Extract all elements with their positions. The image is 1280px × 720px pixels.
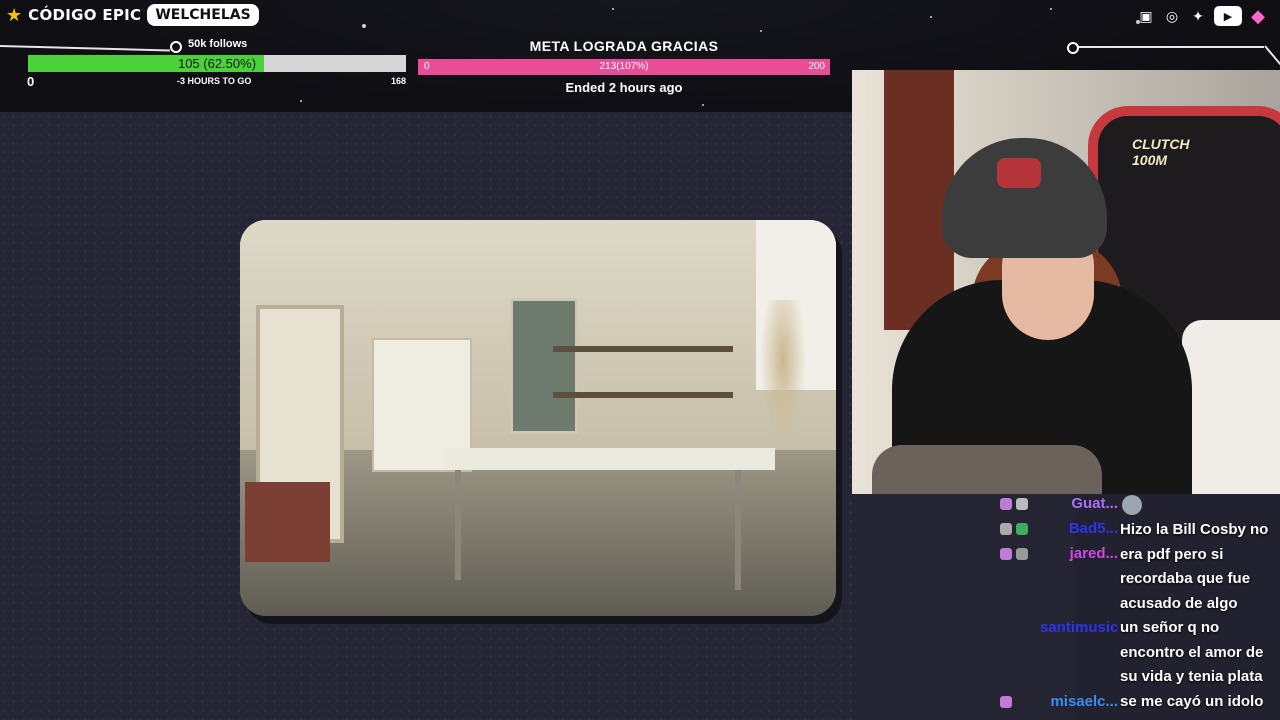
chat-badges	[1000, 619, 1040, 622]
chat-message: santimusic...	[1000, 619, 1118, 636]
room-shelf	[553, 392, 733, 398]
red-box	[245, 482, 330, 562]
chat-username[interactable]: Guat...	[1040, 495, 1118, 512]
chat-username[interactable]: jared...	[1040, 545, 1118, 562]
instagram-icon[interactable]: ◎	[1162, 6, 1182, 26]
sub-goal-title: META LOGRADA GRACIAS	[529, 38, 719, 54]
gem-icon: ◆	[1251, 5, 1265, 26]
channel-brand: ★ CÓDIGO EPIC WELCHELAS	[6, 4, 259, 26]
follow-goal-current: 105 (62.50%)	[177, 56, 257, 71]
chat-badges	[1000, 495, 1040, 510]
star-icon: ★	[6, 5, 23, 25]
sub-badge-icon	[1000, 696, 1012, 708]
webcam-feed: CLUTCH 100M	[852, 70, 1280, 494]
star-decoration	[760, 30, 762, 32]
chat-username[interactable]: santimusic...	[1040, 619, 1118, 636]
chat-message: jared...	[1000, 545, 1118, 562]
twitch-icon[interactable]: ▣	[1136, 6, 1156, 26]
sub-goal-current: 213(107%)	[599, 61, 649, 72]
chat-badges	[1000, 520, 1040, 535]
bits-badge-icon	[1016, 523, 1028, 535]
star-decoration	[612, 8, 614, 10]
follow-goal-max: 168	[391, 76, 407, 86]
sub-badge-icon	[1000, 548, 1012, 560]
streamer-legs	[872, 445, 1102, 494]
chat-message: misaelc...	[1000, 693, 1118, 710]
chat-overlay: Guat... Bad5... Hizo la Bill Cosby no er…	[1000, 494, 1280, 720]
line-knob	[1067, 42, 1079, 54]
chat-message-text: un señor q no encontro el amor de su vid…	[1120, 619, 1264, 685]
youtube-icon[interactable]: ▶	[1214, 6, 1242, 26]
sub-badge-icon	[1000, 498, 1012, 510]
sub-goal-ended: Ended 2 hours ago	[565, 80, 683, 95]
chat-message-text: Hizo la Bill Cosby no era pdf pero si re…	[1120, 521, 1269, 612]
table-leg	[455, 470, 461, 580]
room-doorway	[510, 298, 578, 434]
bits-badge-icon	[1016, 498, 1028, 510]
brand-text: CÓDIGO EPIC	[28, 6, 142, 24]
chat-emote-icon	[1122, 495, 1142, 515]
dried-plant	[760, 300, 806, 450]
chat-message-text: se me cayó un idolo	[1120, 693, 1264, 710]
sub-goal-bar: 0 213(107%) 200	[418, 59, 830, 75]
channel-name-badge: WELCHELAS	[147, 4, 259, 26]
sub-goal-max: 200	[808, 61, 825, 72]
follow-goal-min: 0	[27, 74, 35, 89]
room-shelf	[553, 346, 733, 352]
gaming-chair-logo: CLUTCH 100M	[1132, 136, 1190, 168]
webcam-pillow	[1182, 320, 1280, 494]
divider-line	[1078, 46, 1264, 48]
star-decoration	[300, 100, 302, 102]
chat-badges	[1000, 693, 1040, 708]
chat-badges	[1000, 545, 1040, 560]
twitter-icon[interactable]: ✦	[1188, 6, 1208, 26]
lab-table	[445, 448, 775, 470]
table-leg	[735, 470, 741, 590]
star-decoration	[362, 24, 366, 28]
sub-badge-icon	[1000, 523, 1012, 535]
chat-message: Bad5...	[1000, 520, 1118, 537]
chat-username[interactable]: misaelc...	[1040, 693, 1118, 710]
chat-message: Guat...	[1000, 495, 1142, 515]
bits-badge-icon	[1016, 548, 1028, 560]
chat-username[interactable]: Bad5...	[1040, 520, 1118, 537]
follow-goal-bar: 105 (62.50%)	[28, 55, 406, 72]
follow-goal-time-left: -3 HOURS TO GO	[177, 76, 252, 86]
line-knob	[170, 41, 182, 53]
star-decoration	[1050, 8, 1052, 10]
social-icons: ▣ ◎ ✦ ▶ ◆	[1136, 6, 1268, 26]
star-decoration	[702, 104, 704, 106]
star-decoration	[930, 16, 932, 18]
video-content-frame	[240, 220, 836, 616]
follow-goal-label: 50k follows	[188, 38, 248, 50]
cap-logo	[997, 158, 1041, 188]
